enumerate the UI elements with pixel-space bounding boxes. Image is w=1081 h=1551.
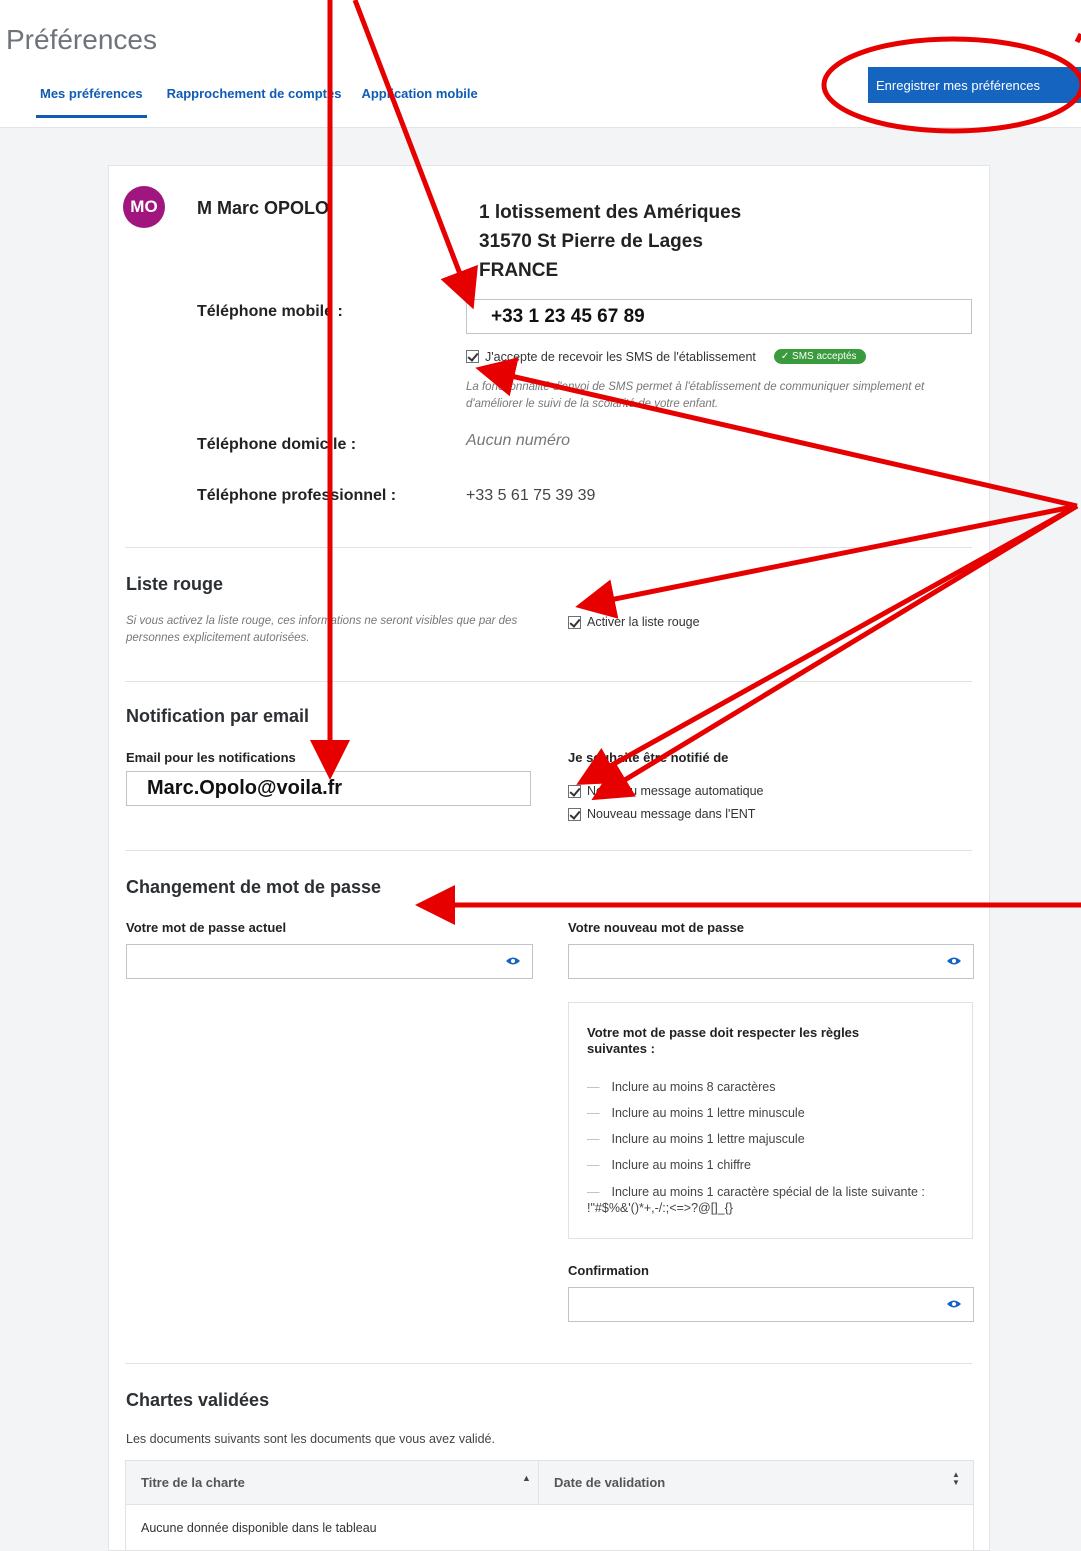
email-field[interactable]	[126, 771, 531, 806]
notify-auto-checkbox[interactable]	[568, 784, 581, 798]
mobile-phone-input[interactable]	[466, 299, 972, 334]
password-rule: — Inclure au moins 8 caractères	[587, 1080, 776, 1094]
password-rule: — Inclure au moins 1 chiffre	[587, 1158, 751, 1172]
email-field-label: Email pour les notifications	[126, 750, 296, 765]
chartes-section-title: Chartes validées	[126, 1390, 270, 1410]
liste-rouge-hint: Si vous activez la liste rouge, ces info…	[126, 615, 518, 644]
sort-both-icon[interactable]: ▲ ▼	[952, 1471, 960, 1487]
sms-accepted-badge: ✓ SMS acceptés	[773, 349, 866, 364]
column-divider	[538, 1461, 539, 1505]
new-password-label: Votre nouveau mot de passe	[568, 920, 745, 935]
divider	[125, 547, 972, 548]
notify-ent-label: Nouveau message dans l'ENT	[587, 807, 756, 821]
page-title: Préférences	[6, 24, 157, 55]
divider	[125, 1363, 972, 1364]
sort-asc-icon[interactable]: ▲	[522, 1473, 531, 1483]
tab-bar: Mes préférences Rapprochement de comptes…	[36, 86, 498, 118]
divider	[125, 681, 972, 682]
eye-icon[interactable]	[947, 956, 961, 966]
email-section-title: Notification par email	[126, 706, 310, 726]
password-rule: — Inclure au moins 1 lettre minuscule	[587, 1106, 805, 1120]
liste-rouge-title: Liste rouge	[126, 574, 224, 594]
current-password-label: Votre mot de passe actuel	[126, 920, 287, 935]
tab-mes-preferences[interactable]: Mes préférences	[36, 86, 147, 118]
liste-rouge-checkbox[interactable]	[568, 615, 581, 629]
tab-application-mobile[interactable]: Application mobile	[361, 86, 477, 118]
notify-option-row: Nouveau message automatique	[568, 784, 764, 798]
password-section-title: Changement de mot de passe	[126, 877, 382, 897]
password-rule-text: Inclure au moins 1 caractère spécial de …	[587, 1185, 925, 1215]
current-password-input[interactable]	[126, 944, 533, 979]
password-rules-title: Votre mot de passe doit respecter les rè…	[587, 1025, 860, 1056]
sms-hint: La fonctionnalité d'envoi de SMS permet …	[466, 381, 925, 410]
eye-icon[interactable]	[506, 956, 520, 966]
notify-auto-label: Nouveau message automatique	[587, 784, 764, 798]
divider	[125, 850, 972, 851]
chartes-description: Les documents suivants sont les document…	[126, 1432, 495, 1446]
chartes-table: Titre de la charte ▲ Date de validation …	[125, 1460, 974, 1551]
mobile-phone-label: Téléphone mobile :	[197, 303, 343, 320]
preferences-card: MO M Marc OPOLO 1 lotissement des Amériq…	[108, 165, 990, 1551]
notify-ent-checkbox[interactable]	[568, 807, 581, 821]
password-rules-box: Votre mot de passe doit respecter les rè…	[568, 1002, 973, 1239]
password-rule: — Inclure au moins 1 caractère spécial de…	[587, 1185, 925, 1215]
save-preferences-button[interactable]: Enregistrer mes préférences	[868, 67, 1081, 103]
work-phone-label: Téléphone professionnel :	[197, 487, 397, 504]
table-header: Titre de la charte ▲ Date de validation …	[126, 1461, 973, 1505]
notify-label: Je souhaite être notifié de	[568, 750, 729, 765]
home-phone-value: Aucun numéro	[466, 432, 571, 449]
liste-rouge-label: Activer la liste rouge	[587, 615, 700, 629]
eye-icon[interactable]	[947, 1299, 961, 1309]
sms-accepted-badge-text: SMS acceptés	[792, 351, 857, 362]
confirm-password-input[interactable]	[568, 1287, 974, 1322]
tab-rapprochement-comptes[interactable]: Rapprochement de comptes	[167, 86, 342, 118]
password-rule-text: Inclure au moins 1 lettre minuscule	[611, 1106, 805, 1120]
notify-option-row: Nouveau message dans l'ENT	[568, 807, 755, 821]
confirm-password-label: Confirmation	[568, 1263, 649, 1278]
work-phone-value: +33 5 61 75 39 39	[466, 487, 596, 504]
address-line-2: 31570 St Pierre de Lages	[479, 231, 703, 252]
sms-consent-label: J'accepte de recevoir les SMS de l'établ…	[485, 349, 756, 364]
table-empty-message: Aucune donnée disponible dans le tableau	[141, 1521, 377, 1535]
sms-consent-row: J'accepte de recevoir les SMS de l'établ…	[466, 349, 866, 364]
password-rule-text: Inclure au moins 1 chiffre	[611, 1158, 751, 1172]
password-rule-text: Inclure au moins 8 caractères	[611, 1080, 776, 1094]
address-line-1: 1 lotissement des Amériques	[479, 202, 742, 223]
new-password-input[interactable]	[568, 944, 974, 979]
home-phone-label: Téléphone domicile :	[197, 436, 357, 453]
postal-address: 1 lotissement des Amériques 31570 St Pie…	[479, 198, 741, 285]
password-rule: — Inclure au moins 1 lettre majuscule	[587, 1132, 805, 1146]
avatar: MO	[123, 186, 165, 228]
page-header: Préférences Mes préférences Rapprochemen…	[0, 0, 1081, 128]
liste-rouge-row: Activer la liste rouge	[568, 615, 700, 629]
user-name: M Marc OPOLO	[197, 198, 330, 218]
column-header-title[interactable]: Titre de la charte	[141, 1475, 245, 1490]
column-header-date[interactable]: Date de validation	[554, 1475, 665, 1490]
sms-consent-checkbox[interactable]	[466, 350, 479, 363]
password-rule-text: Inclure au moins 1 lettre majuscule	[611, 1132, 805, 1146]
address-line-3: FRANCE	[479, 260, 559, 281]
